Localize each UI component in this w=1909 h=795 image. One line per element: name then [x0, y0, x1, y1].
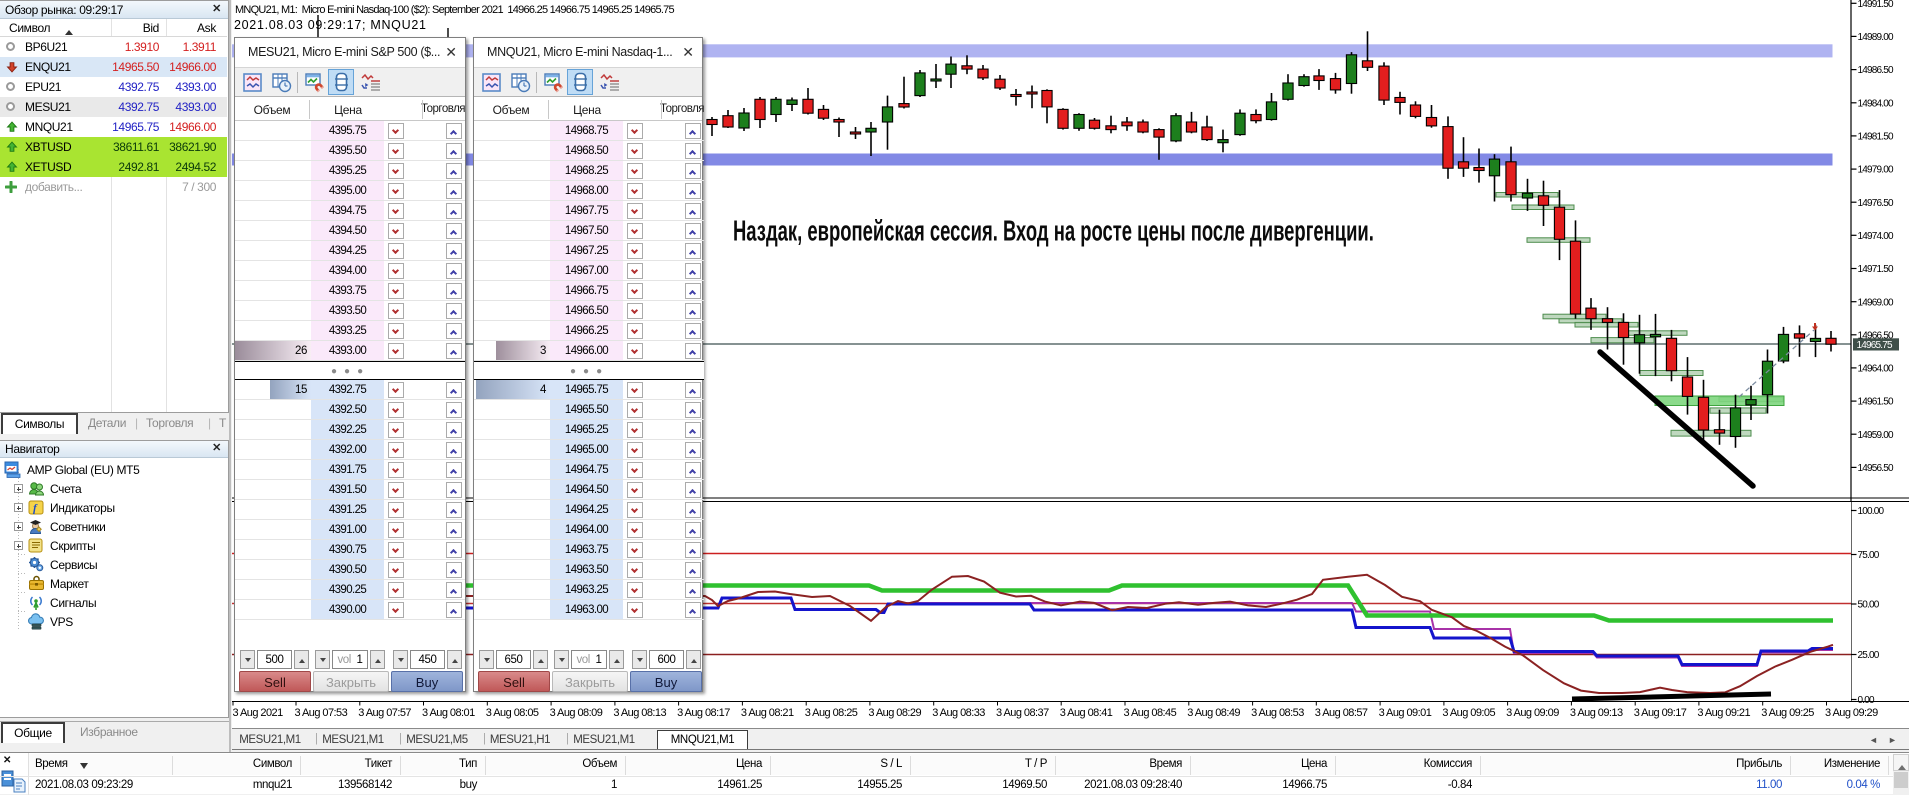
svg-text:3 Aug 09:09: 3 Aug 09:09 — [1506, 707, 1559, 719]
svg-text:50.00: 50.00 — [1858, 600, 1880, 611]
svg-text:3 Aug 08:37: 3 Aug 08:37 — [996, 707, 1049, 719]
svg-text:3 Aug 08:57: 3 Aug 08:57 — [1315, 707, 1368, 719]
svg-text:3 Aug 08:21: 3 Aug 08:21 — [741, 707, 794, 719]
svg-text:14956.50: 14956.50 — [1858, 463, 1895, 474]
svg-text:3 Aug 09:01: 3 Aug 09:01 — [1379, 707, 1432, 719]
svg-text:Наздак, европейская сессия. Вх: Наздак, европейская сессия. Вход на рост… — [733, 215, 1374, 247]
svg-text:3 Aug 07:57: 3 Aug 07:57 — [358, 707, 411, 719]
svg-text:3 Aug 09:05: 3 Aug 09:05 — [1442, 707, 1495, 719]
svg-text:14989.00: 14989.00 — [1858, 32, 1895, 43]
svg-text:14991.50: 14991.50 — [1858, 0, 1895, 10]
svg-text:3 Aug 2021: 3 Aug 2021 — [233, 707, 284, 719]
svg-text:3 Aug 08:49: 3 Aug 08:49 — [1187, 707, 1240, 719]
svg-text:3 Aug 09:13: 3 Aug 09:13 — [1570, 707, 1623, 719]
svg-text:3 Aug 09:29: 3 Aug 09:29 — [1825, 707, 1878, 719]
svg-text:3 Aug 08:25: 3 Aug 08:25 — [805, 707, 858, 719]
svg-text:3 Aug 08:17: 3 Aug 08:17 — [677, 707, 730, 719]
svg-text:3 Aug 08:13: 3 Aug 08:13 — [613, 707, 666, 719]
svg-text:3 Aug 08:29: 3 Aug 08:29 — [868, 707, 921, 719]
svg-text:14986.50: 14986.50 — [1858, 65, 1895, 76]
svg-text:75.00: 75.00 — [1858, 550, 1880, 561]
svg-text:14971.50: 14971.50 — [1858, 264, 1895, 275]
svg-text:14976.50: 14976.50 — [1858, 198, 1895, 209]
svg-text:14959.00: 14959.00 — [1858, 430, 1895, 441]
svg-text:3 Aug 08:45: 3 Aug 08:45 — [1124, 707, 1177, 719]
svg-text:14964.00: 14964.00 — [1858, 364, 1895, 375]
svg-text:2021.08.03 09:29:17; MNQU21: 2021.08.03 09:29:17; MNQU21 — [234, 18, 427, 32]
svg-text:3 Aug 08:05: 3 Aug 08:05 — [486, 707, 539, 719]
svg-text:0.00: 0.00 — [1858, 695, 1876, 706]
svg-text:14965.75: 14965.75 — [1857, 340, 1894, 351]
svg-text:100.00: 100.00 — [1858, 506, 1885, 517]
svg-text:14984.00: 14984.00 — [1858, 98, 1895, 109]
svg-text:25.00: 25.00 — [1858, 650, 1880, 661]
svg-text:14961.50: 14961.50 — [1858, 397, 1895, 408]
svg-text:3 Aug 09:21: 3 Aug 09:21 — [1697, 707, 1750, 719]
svg-text:3 Aug 07:53: 3 Aug 07:53 — [295, 707, 348, 719]
svg-text:14981.50: 14981.50 — [1858, 132, 1895, 143]
svg-text:3 Aug 08:53: 3 Aug 08:53 — [1251, 707, 1304, 719]
svg-text:3 Aug 09:25: 3 Aug 09:25 — [1761, 707, 1814, 719]
svg-text:3 Aug 08:01: 3 Aug 08:01 — [422, 707, 475, 719]
svg-text:3 Aug 09:17: 3 Aug 09:17 — [1634, 707, 1687, 719]
svg-text:3 Aug 08:33: 3 Aug 08:33 — [932, 707, 985, 719]
svg-text:3 Aug 08:09: 3 Aug 08:09 — [550, 707, 603, 719]
svg-text:3 Aug 08:41: 3 Aug 08:41 — [1060, 707, 1113, 719]
svg-text:14969.00: 14969.00 — [1858, 297, 1895, 308]
svg-text:14979.00: 14979.00 — [1858, 165, 1895, 176]
svg-text:14974.00: 14974.00 — [1858, 231, 1895, 242]
svg-text:MNQU21, M1: Micro E-mini Nasd: MNQU21, M1: Micro E-mini Nasdaq-100 ($2)… — [235, 4, 675, 16]
